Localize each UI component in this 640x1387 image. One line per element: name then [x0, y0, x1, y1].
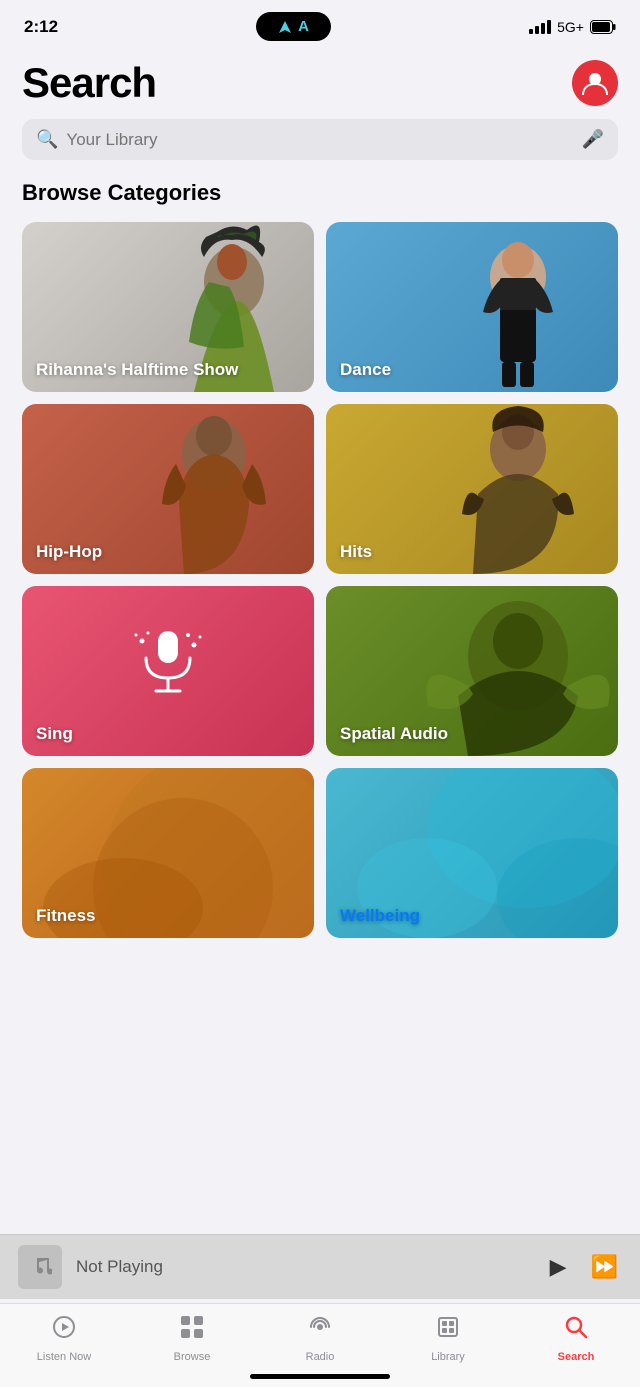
- now-playing-artwork: [18, 1245, 62, 1289]
- microphone-sparkle-icon: [128, 623, 208, 703]
- library-icon: [435, 1314, 461, 1347]
- user-avatar-button[interactable]: [572, 60, 618, 106]
- tab-search[interactable]: Search: [541, 1314, 611, 1363]
- radio-icon: [307, 1314, 333, 1347]
- tab-label-browse: Browse: [174, 1351, 211, 1363]
- categories-grid: Rihanna's Halftime Show Dance: [22, 222, 618, 938]
- page-title: Search: [22, 59, 156, 107]
- status-center-pill: A: [256, 12, 331, 41]
- tab-label-library: Library: [431, 1351, 465, 1363]
- category-card-rihanna[interactable]: Rihanna's Halftime Show: [22, 222, 314, 392]
- now-playing-bar[interactable]: Not Playing ▶ ⏩: [0, 1234, 640, 1299]
- category-label-sing: Sing: [36, 724, 73, 744]
- search-icon: 🔍: [36, 129, 58, 150]
- sing-icon-container: [128, 623, 208, 703]
- category-card-spatial[interactable]: Spatial Audio: [326, 586, 618, 756]
- category-label-spatial: Spatial Audio: [340, 724, 448, 744]
- now-playing-text: Not Playing: [76, 1257, 532, 1277]
- category-card-fitness[interactable]: Fitness: [22, 768, 314, 938]
- tab-label-search: Search: [558, 1351, 595, 1363]
- tab-library[interactable]: Library: [413, 1314, 483, 1363]
- network-type: 5G+: [557, 19, 584, 35]
- play-button[interactable]: ▶: [546, 1250, 571, 1284]
- music-note-icon: [28, 1255, 52, 1279]
- dance-figure: [418, 222, 618, 392]
- tab-browse[interactable]: Browse: [157, 1314, 227, 1363]
- now-playing-controls: ▶ ⏩: [546, 1250, 622, 1284]
- status-app-letter: A: [298, 18, 309, 35]
- status-bar: 2:12 A 5G+: [0, 0, 640, 49]
- page-header: Search: [0, 49, 640, 119]
- listen-now-icon: [51, 1314, 77, 1347]
- category-label-hits: Hits: [340, 542, 372, 562]
- home-indicator: [250, 1374, 390, 1379]
- microphone-icon[interactable]: 🎤: [582, 129, 604, 150]
- tab-listen-now[interactable]: Listen Now: [29, 1314, 99, 1363]
- search-bar[interactable]: 🔍 🎤: [22, 119, 618, 160]
- user-icon: [581, 69, 609, 97]
- tab-radio[interactable]: Radio: [285, 1314, 355, 1363]
- category-label-rihanna: Rihanna's Halftime Show: [36, 360, 238, 380]
- category-card-sing[interactable]: Sing: [22, 586, 314, 756]
- category-label-fitness: Fitness: [36, 906, 96, 926]
- search-bar-container: 🔍 🎤: [0, 119, 640, 180]
- category-label-dance: Dance: [340, 360, 391, 380]
- category-card-wellbeing[interactable]: Wellbeing: [326, 768, 618, 938]
- category-label-hiphop: Hip-Hop: [36, 542, 102, 562]
- spatial-figure: [418, 586, 618, 756]
- hiphop-figure: [114, 404, 314, 574]
- fast-forward-button[interactable]: ⏩: [587, 1250, 622, 1284]
- category-card-hits[interactable]: Hits: [326, 404, 618, 574]
- status-time: 2:12: [24, 17, 58, 37]
- tab-label-radio: Radio: [306, 1351, 335, 1363]
- category-label-wellbeing: Wellbeing: [340, 906, 420, 926]
- tab-label-listen-now: Listen Now: [37, 1351, 91, 1363]
- status-right: 5G+: [529, 19, 616, 35]
- category-card-dance[interactable]: Dance: [326, 222, 618, 392]
- search-tab-icon: [563, 1314, 589, 1347]
- browse-icon: [179, 1314, 205, 1347]
- category-card-hiphop[interactable]: Hip-Hop: [22, 404, 314, 574]
- search-input[interactable]: [66, 130, 573, 150]
- battery-icon: [590, 20, 616, 34]
- browse-section: Browse Categories Rihanna's Halftime Sho…: [0, 180, 640, 954]
- hits-figure: [418, 404, 618, 574]
- signal-bars: [529, 20, 551, 34]
- browse-title: Browse Categories: [22, 180, 618, 206]
